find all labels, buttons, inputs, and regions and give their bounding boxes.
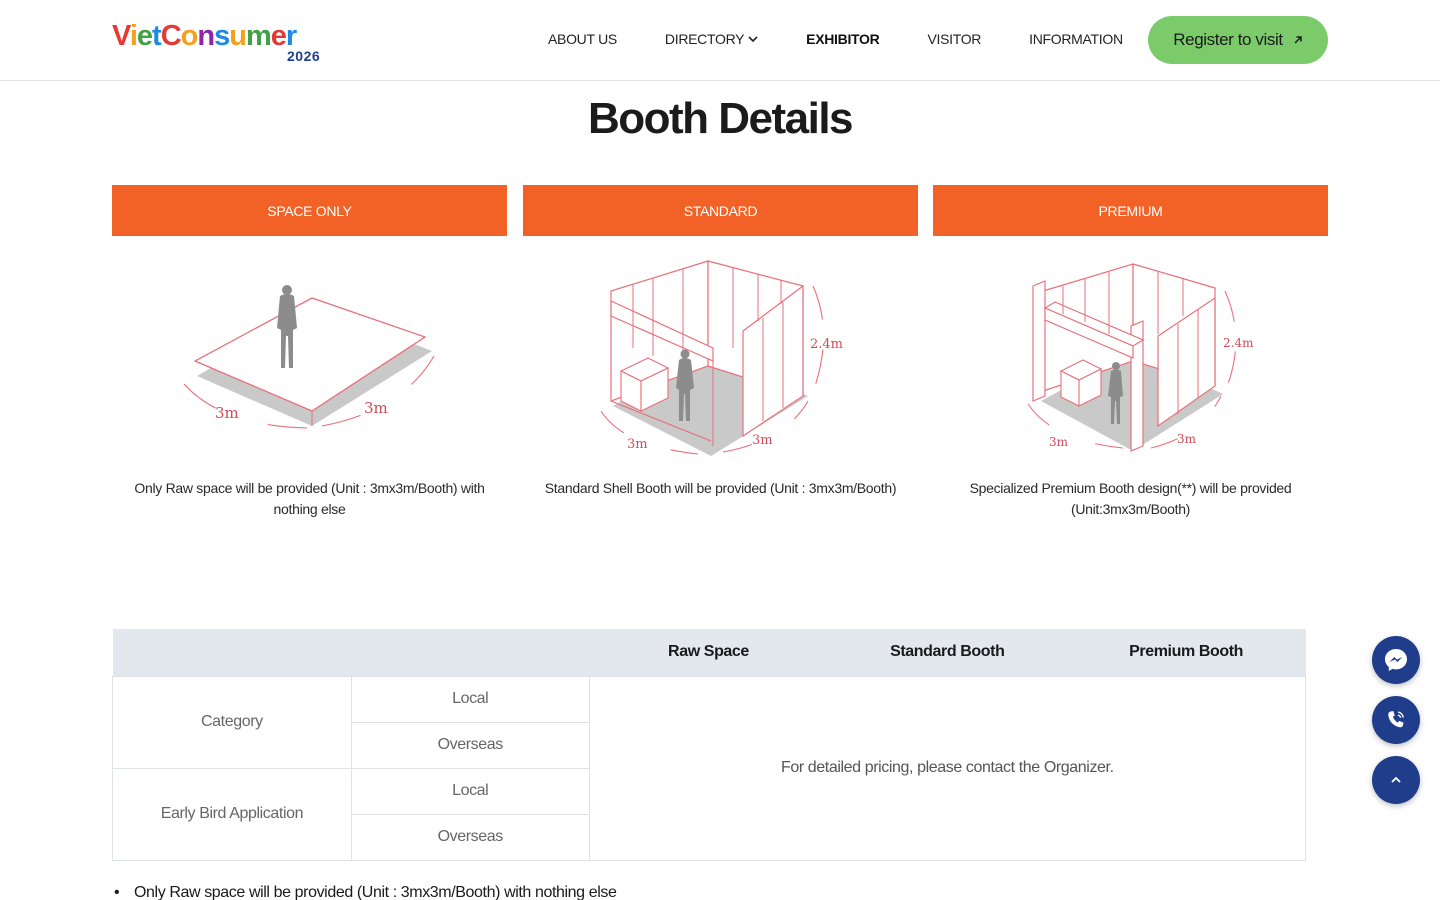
premium-description: Specialized Premium Booth design(**) wil… bbox=[969, 480, 1292, 517]
page-title: Booth Details bbox=[587, 94, 854, 143]
dim-label-3m-right: 3m bbox=[364, 399, 388, 417]
logo-letter: t bbox=[152, 20, 162, 52]
dim-label-height: 2.4m bbox=[1223, 336, 1254, 350]
tab-space-only[interactable]: SPACE ONLY bbox=[112, 185, 507, 236]
row-group-early-bird: Early Bird Application bbox=[112, 767, 352, 861]
tab-standard[interactable]: STANDARD bbox=[523, 185, 918, 236]
logo-letter: C bbox=[160, 20, 182, 52]
logo-wordmark: VietConsumer bbox=[112, 20, 297, 53]
nav-exhibitor-label: EXHIBITOR bbox=[806, 31, 880, 47]
main-nav: ABOUT US DIRECTORY EXHIBITOR VISITOR INF… bbox=[548, 31, 1123, 47]
row-group-category: Category bbox=[112, 675, 352, 769]
nav-information-label: INFORMATION bbox=[1029, 31, 1123, 47]
sub-cell-local: Local bbox=[350, 675, 590, 723]
arrow-up-right-icon bbox=[1294, 36, 1302, 44]
table-row: Category Local For detailed pricing, ple… bbox=[112, 675, 1307, 861]
logo-letter: s bbox=[214, 20, 230, 52]
header-raw-space: Raw Space bbox=[589, 629, 828, 676]
booth-pricing-table: Raw Space Standard Booth Premium Booth C… bbox=[112, 629, 1307, 861]
phone-icon bbox=[1388, 711, 1404, 728]
register-to-visit-button[interactable]: Register to visit bbox=[1148, 16, 1328, 64]
nav-information[interactable]: INFORMATION bbox=[1029, 31, 1123, 47]
nav-exhibitor[interactable]: EXHIBITOR bbox=[806, 31, 880, 47]
space-only-booth-icon: 3m 3m bbox=[183, 285, 435, 429]
bullet-item-text: Only Raw space will be provided (Unit : … bbox=[134, 884, 617, 900]
sub-cell-local: Local bbox=[350, 767, 590, 815]
space-only-description: Only Raw space will be provided (Unit : … bbox=[134, 480, 485, 517]
tab-premium[interactable]: PREMIUM bbox=[933, 185, 1328, 236]
site-header: VietConsumer 2026 ABOUT US DIRECTORY EXH… bbox=[0, 0, 1440, 81]
nav-directory-label: DIRECTORY bbox=[664, 31, 745, 47]
nav-directory[interactable]: DIRECTORY bbox=[665, 31, 758, 47]
standard-booth-icon: 3m 3m 2.4m bbox=[600, 260, 843, 456]
logo-letter: u bbox=[229, 20, 247, 52]
vietconsumer-logo[interactable]: VietConsumer 2026 bbox=[112, 20, 322, 66]
dim-label-3m-left: 3m bbox=[215, 404, 239, 422]
header-standard-booth: Standard Booth bbox=[827, 629, 1067, 676]
booth-standard: STANDARD 3m 3m 2.4m Standard Shell Booth… bbox=[523, 185, 918, 499]
logo-letter: e bbox=[270, 20, 287, 52]
pricing-note: For detailed pricing, please contact the… bbox=[588, 675, 1307, 861]
logo-letter: n bbox=[197, 20, 215, 52]
table-header-row: Raw Space Standard Booth Premium Booth bbox=[112, 629, 1306, 676]
dim-label-3m-left: 3m bbox=[627, 437, 648, 452]
chevron-up-icon bbox=[1391, 776, 1401, 783]
nav-about-us[interactable]: ABOUT US bbox=[548, 31, 617, 47]
nav-visitor[interactable]: VISITOR bbox=[927, 31, 981, 47]
booth-space-only: SPACE ONLY 3m 3m Only Raw space will be … bbox=[112, 185, 507, 520]
nav-visitor-label: VISITOR bbox=[927, 31, 982, 47]
bullet-item: Only Raw space will be provided (Unit : … bbox=[112, 884, 617, 900]
messenger-icon bbox=[1385, 649, 1407, 671]
dim-label-3m-left: 3m bbox=[1049, 435, 1069, 449]
booth-premium: PREMIUM 3m 3m 2.4m Specialized Premium B… bbox=[933, 185, 1328, 520]
standard-description: Standard Shell Booth will be provided (U… bbox=[544, 480, 897, 496]
logo-letter: i bbox=[129, 20, 138, 52]
register-button-label: Register to visit bbox=[1173, 30, 1283, 49]
space-only-illustration: 3m 3m bbox=[112, 236, 507, 471]
header-cell-empty bbox=[112, 629, 352, 676]
messenger-button[interactable] bbox=[1372, 636, 1420, 684]
sub-cell-overseas: Overseas bbox=[350, 721, 590, 769]
sub-cell-overseas: Overseas bbox=[350, 813, 590, 861]
header-cell-empty bbox=[351, 629, 590, 676]
logo-letter: V bbox=[112, 20, 131, 52]
dim-label-height: 2.4m bbox=[810, 337, 843, 352]
dim-label-3m-right: 3m bbox=[752, 433, 773, 448]
premium-booth-icon: 3m 3m 2.4m bbox=[1027, 263, 1254, 452]
logo-letter: m bbox=[245, 20, 272, 52]
standard-illustration: 3m 3m 2.4m bbox=[523, 236, 918, 471]
logo-letter: o bbox=[180, 20, 199, 52]
premium-illustration: 3m 3m 2.4m bbox=[933, 236, 1328, 471]
scroll-to-top-button[interactable] bbox=[1372, 756, 1420, 804]
chevron-down-icon bbox=[748, 35, 758, 42]
logo-letter: e bbox=[136, 20, 153, 52]
nav-about-us-label: ABOUT US bbox=[548, 31, 617, 47]
phone-button[interactable] bbox=[1372, 696, 1420, 744]
logo-year: 2026 bbox=[287, 48, 321, 64]
dim-label-3m-right: 3m bbox=[1177, 432, 1197, 446]
header-premium-booth: Premium Booth bbox=[1066, 629, 1306, 676]
